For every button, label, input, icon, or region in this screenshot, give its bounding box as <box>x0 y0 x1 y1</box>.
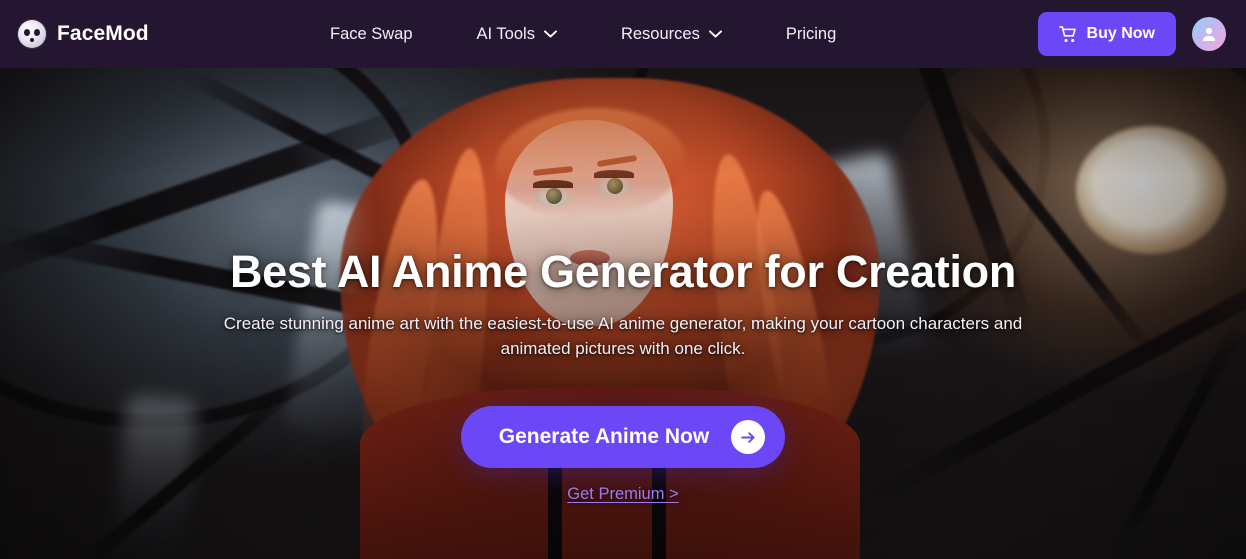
arrow-right-icon <box>731 420 766 455</box>
hero-section: Best AI Anime Generator for Creation Cre… <box>0 68 1246 559</box>
buy-now-button[interactable]: Buy Now <box>1037 12 1176 56</box>
arrow-right-glyph <box>740 432 755 443</box>
chevron-down-icon <box>544 30 557 38</box>
generate-anime-button[interactable]: Generate Anime Now <box>460 406 786 469</box>
brand-logo[interactable]: FaceMod <box>18 20 149 48</box>
main-navigation: Face Swap AI Tools Resources Pricing <box>149 17 1018 52</box>
nav-label: AI Tools <box>476 24 535 43</box>
face-mask-icon <box>18 20 46 48</box>
nav-item-resources[interactable]: Resources <box>589 17 754 52</box>
get-premium-link[interactable]: Get Premium > <box>567 485 678 504</box>
site-header: FaceMod Face Swap AI Tools Resources Pri… <box>0 0 1246 68</box>
nav-item-ai-tools[interactable]: AI Tools <box>445 17 589 52</box>
brand-name: FaceMod <box>57 22 149 45</box>
nav-item-pricing[interactable]: Pricing <box>754 17 868 52</box>
nav-item-face-swap[interactable]: Face Swap <box>298 17 445 52</box>
shopping-cart-icon <box>1058 25 1076 42</box>
nav-label: Face Swap <box>330 24 413 43</box>
user-avatar-icon[interactable] <box>1192 17 1226 51</box>
header-actions: Buy Now <box>1037 12 1226 56</box>
hero-content: Best AI Anime Generator for Creation Cre… <box>0 68 1246 559</box>
buy-now-label: Buy Now <box>1086 25 1155 42</box>
hero-title: Best AI Anime Generator for Creation <box>229 246 1017 297</box>
generate-anime-label: Generate Anime Now <box>498 425 710 449</box>
chevron-down-icon <box>708 30 722 38</box>
user-silhouette-icon <box>1202 27 1216 41</box>
nav-label: Resources <box>620 24 700 43</box>
hero-subtitle: Create stunning anime art with the easie… <box>223 313 1023 359</box>
nav-label: Pricing <box>785 24 837 43</box>
